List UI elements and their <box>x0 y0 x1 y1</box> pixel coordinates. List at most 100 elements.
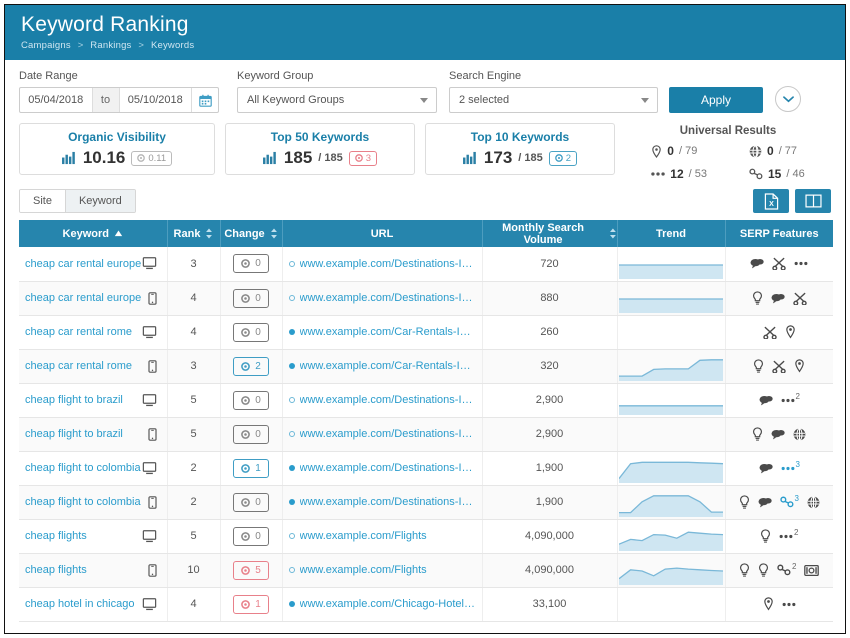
serp-feature[interactable] <box>759 395 773 406</box>
url-link[interactable]: www.example.com/Car-Rentals-In-Rom... <box>300 326 476 338</box>
column-header-trend[interactable]: Trend <box>617 220 725 247</box>
kpi-card-organic-visibility[interactable]: Organic Visibility 10.16 0.11 <box>19 123 215 175</box>
serp-feature[interactable]: 2 <box>781 396 800 405</box>
table-row[interactable]: cheap flights 10 5 www.example.com/Fligh… <box>19 553 833 587</box>
date-end-input[interactable]: 05/10/2018 <box>120 88 192 112</box>
change-circle-icon <box>241 600 250 609</box>
url-link[interactable]: www.example.com/Destinations-In-Eur... <box>300 258 476 270</box>
serp-feature[interactable] <box>739 563 750 577</box>
serp-feature[interactable] <box>793 428 806 441</box>
url-link[interactable]: www.example.com/Flights <box>300 530 427 542</box>
url-link[interactable]: www.example.com/Car-Rentals-In-Rom... <box>300 360 476 372</box>
date-range-picker[interactable]: 05/04/2018 to 05/10/2018 <box>19 87 219 113</box>
table-row[interactable]: cheap flight to colombia 2 1 www.example… <box>19 451 833 485</box>
kpi-badge-value: 0.11 <box>148 153 166 164</box>
serp-feature[interactable] <box>772 360 786 373</box>
url-link[interactable]: www.example.com/Destinations-In-Col... <box>300 496 476 508</box>
cell-url: www.example.com/Destinations-In-Eur... <box>282 281 482 315</box>
keyword-link[interactable]: cheap flight to colombia <box>25 462 141 474</box>
serp-feature[interactable] <box>785 325 796 339</box>
table-row[interactable]: cheap flights 5 0 www.example.com/Flight… <box>19 519 833 553</box>
keyword-link[interactable]: cheap flights <box>25 564 87 576</box>
serp-feature[interactable]: 3 <box>781 464 800 473</box>
serp-feature[interactable] <box>758 563 769 577</box>
cell-change: 1 <box>220 587 282 621</box>
table-row[interactable]: cheap flight to brazil 5 0 www.example.c… <box>19 383 833 417</box>
keyword-link[interactable]: cheap flights <box>25 530 87 542</box>
expand-filters-button[interactable] <box>775 86 801 112</box>
serp-feature[interactable] <box>763 597 774 611</box>
url-link[interactable]: www.example.com/Chicago-Hotels.d17... <box>300 598 476 610</box>
keyword-link[interactable]: cheap hotel in chicago <box>25 598 134 610</box>
column-header-monthly-search-volume[interactable]: Monthly Search Volume <box>482 220 617 247</box>
column-header-serp-features[interactable]: SERP Features <box>725 220 833 247</box>
serp-feature[interactable]: 3 <box>780 496 799 508</box>
search-engine-select[interactable]: 2 selected <box>449 87 658 113</box>
table-row[interactable]: cheap flight to brazil 5 0 www.example.c… <box>19 417 833 451</box>
keyword-link[interactable]: cheap car rental europe <box>25 258 141 270</box>
table-row[interactable]: cheap car rental europe 3 0 www.example.… <box>19 247 833 281</box>
column-header-keyword[interactable]: Keyword <box>19 220 167 247</box>
serp-feature[interactable] <box>771 293 785 304</box>
tab-site[interactable]: Site <box>20 190 65 212</box>
column-header-rank[interactable]: Rank <box>167 220 220 247</box>
kpi-card-top-10-keywords[interactable]: Top 10 Keywords 173 / 185 2 <box>425 123 615 175</box>
keyword-link[interactable]: cheap car rental rome <box>25 360 132 372</box>
url-link[interactable]: www.example.com/Destinations-In-Bra... <box>300 428 476 440</box>
map-pin-icon <box>651 145 662 158</box>
column-layout-button[interactable] <box>795 189 831 213</box>
serp-feature[interactable] <box>772 257 786 270</box>
url-link[interactable]: www.example.com/Destinations-In-Eur... <box>300 292 476 304</box>
table-row[interactable]: cheap car rental rome 3 2 www.example.co… <box>19 349 833 383</box>
desktop-icon <box>142 530 157 543</box>
url-link[interactable]: www.example.com/Destinations-In-Col... <box>300 462 476 474</box>
serp-feature[interactable] <box>793 292 807 305</box>
serp-feature[interactable] <box>760 529 771 543</box>
serp-feature[interactable] <box>763 326 777 339</box>
calendar-icon[interactable] <box>191 88 218 112</box>
serp-feature[interactable] <box>750 258 764 269</box>
breadcrumb-item-rankings[interactable]: Rankings <box>90 40 131 51</box>
serp-feature[interactable] <box>782 602 796 607</box>
universal-result-value: 0 <box>767 144 774 158</box>
keyword-link[interactable]: cheap flight to brazil <box>25 394 123 406</box>
serp-feature[interactable] <box>794 261 808 266</box>
keyword-link[interactable]: cheap car rental europe <box>25 292 141 304</box>
mobile-icon <box>148 428 157 441</box>
breadcrumb-item-campaigns[interactable]: Campaigns <box>21 40 71 51</box>
keyword-link[interactable]: cheap car rental rome <box>25 326 132 338</box>
cell-change: 0 <box>220 315 282 349</box>
url-link[interactable]: www.example.com/Flights <box>300 564 427 576</box>
serp-feature[interactable] <box>752 427 763 441</box>
universal-result-value: 15 <box>768 167 781 181</box>
serp-feature[interactable] <box>753 359 764 373</box>
keyword-link[interactable]: cheap flight to colombia <box>25 496 141 508</box>
date-start-input[interactable]: 05/04/2018 <box>20 88 92 112</box>
serp-feature[interactable]: 2 <box>777 564 796 576</box>
serp-feature[interactable] <box>752 291 763 305</box>
serp-feature[interactable] <box>804 565 819 576</box>
serp-feature[interactable] <box>759 463 773 474</box>
url-link[interactable]: www.example.com/Destinations-In-Bra... <box>300 394 476 406</box>
table-row[interactable]: cheap car rental rome 4 0 www.example.co… <box>19 315 833 349</box>
serp-feature[interactable] <box>807 496 820 509</box>
tab-keyword[interactable]: Keyword <box>65 190 135 212</box>
breadcrumb-item-keywords[interactable]: Keywords <box>151 40 194 51</box>
kpi-card-top-50-keywords[interactable]: Top 50 Keywords 185 / 185 3 <box>225 123 415 175</box>
keyword-group-select[interactable]: All Keyword Groups <box>237 87 437 113</box>
breadcrumb-separator: > <box>138 40 144 51</box>
table-row[interactable]: cheap hotel in chicago 4 1 www.example.c… <box>19 587 833 621</box>
column-header-change[interactable]: Change <box>220 220 282 247</box>
serp-feature[interactable] <box>739 495 750 509</box>
table-row[interactable]: cheap car rental europe 4 0 www.example.… <box>19 281 833 315</box>
keyword-link[interactable]: cheap flight to brazil <box>25 428 123 440</box>
table-row[interactable]: cheap flight to colombia 2 0 www.example… <box>19 485 833 519</box>
serp-feature[interactable] <box>758 497 772 508</box>
serp-feature[interactable]: 2 <box>779 532 798 541</box>
serp-feature[interactable] <box>794 359 805 373</box>
column-label: Trend <box>656 228 686 240</box>
apply-button[interactable]: Apply <box>669 87 763 113</box>
serp-feature[interactable] <box>771 429 785 440</box>
export-excel-button[interactable]: X <box>753 189 789 213</box>
column-header-url[interactable]: URL <box>282 220 482 247</box>
